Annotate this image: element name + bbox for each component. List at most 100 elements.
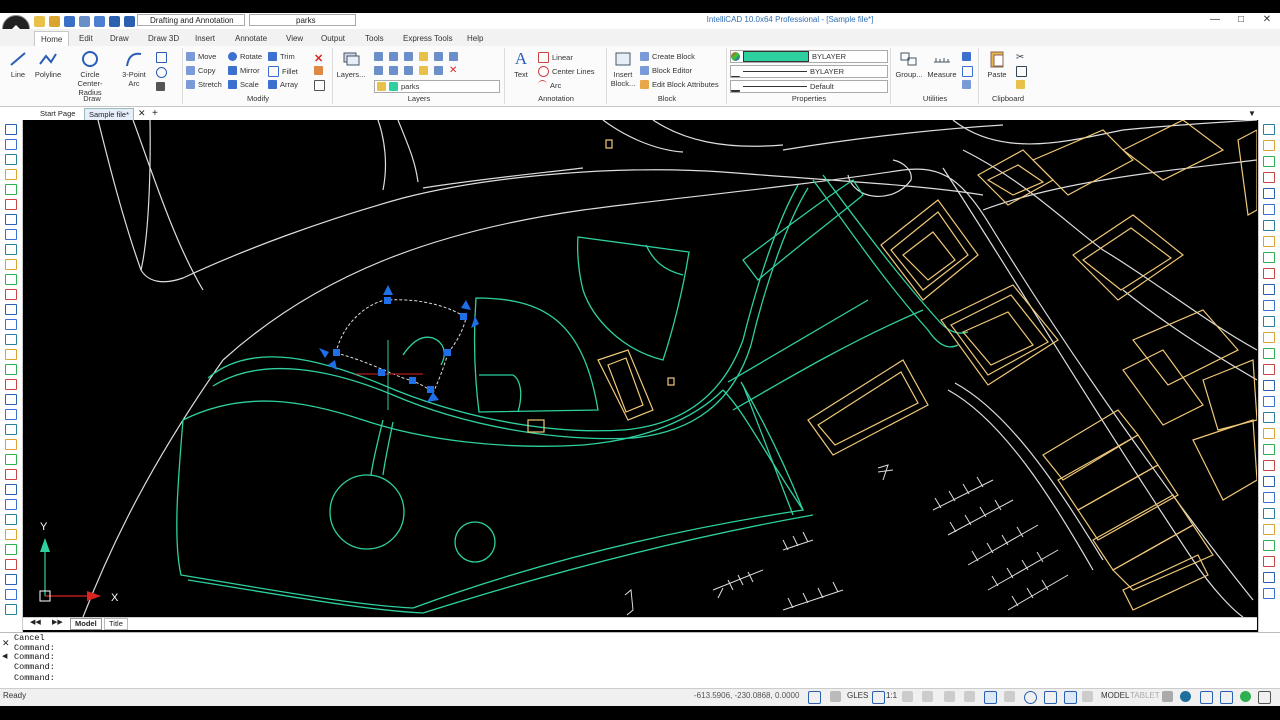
modify-panel-title[interactable]: Modify	[184, 94, 332, 103]
erase-icon[interactable]: ✕	[314, 52, 323, 65]
tab-express-tools[interactable]: Express Tools	[397, 31, 459, 46]
snap-icon[interactable]	[808, 691, 821, 704]
right-tool-icon[interactable]	[1263, 428, 1275, 439]
left-tool-icon[interactable]	[5, 559, 17, 570]
layer-freeze-icon[interactable]	[434, 52, 443, 61]
cut-icon[interactable]: ✂	[1016, 52, 1024, 63]
right-tool-icon[interactable]	[1263, 396, 1275, 407]
cmd-menu-icon[interactable]: ◀	[2, 652, 7, 660]
lineweight-combo[interactable]: Default	[730, 80, 888, 93]
annotation-visibility-icon[interactable]	[872, 691, 885, 704]
redo-icon[interactable]	[124, 15, 135, 27]
right-tool-icon[interactable]	[1263, 412, 1275, 423]
layer-merge-icon[interactable]	[434, 66, 443, 75]
layer-lock-icon[interactable]	[419, 52, 428, 61]
layer-walk-icon[interactable]	[419, 66, 428, 75]
right-tool-icon[interactable]	[1263, 572, 1275, 583]
start-page-tab[interactable]: Start Page	[36, 108, 79, 119]
save-icon[interactable]	[64, 15, 75, 27]
array-button[interactable]: Array	[268, 80, 298, 89]
left-tool-icon[interactable]	[5, 154, 17, 165]
left-tool-icon[interactable]	[5, 544, 17, 555]
left-tool-icon[interactable]	[5, 394, 17, 405]
right-tool-icon[interactable]	[1263, 140, 1275, 151]
layer-match-icon[interactable]	[389, 52, 398, 61]
open-file-icon[interactable]	[49, 15, 60, 27]
group-button[interactable]: Group...	[894, 50, 924, 79]
right-tool-icon[interactable]	[1263, 172, 1275, 183]
left-tool-icon[interactable]	[5, 484, 17, 495]
drawing-canvas[interactable]: Y X	[23, 119, 1258, 618]
stretch-button[interactable]: Stretch	[186, 80, 222, 89]
left-tool-icon[interactable]	[5, 529, 17, 540]
right-tool-icon[interactable]	[1263, 556, 1275, 567]
restore-icon[interactable]: □	[1228, 13, 1254, 27]
right-tool-icon[interactable]	[1263, 124, 1275, 135]
right-tool-icon[interactable]	[1263, 236, 1275, 247]
hardware-accel-icon[interactable]	[1180, 691, 1191, 702]
right-tool-icon[interactable]	[1263, 284, 1275, 295]
left-tool-icon[interactable]	[5, 274, 17, 285]
left-tool-icon[interactable]	[5, 469, 17, 480]
ortho-icon[interactable]	[902, 691, 913, 702]
tab-help[interactable]: Help	[461, 31, 489, 46]
clean-screen-icon[interactable]	[1200, 691, 1213, 704]
right-tool-icon[interactable]	[1263, 524, 1275, 535]
settings-icon[interactable]	[1258, 691, 1271, 704]
id-point-icon[interactable]	[962, 80, 971, 89]
esnap-icon[interactable]	[944, 691, 955, 702]
close-icon[interactable]: ✕	[1254, 13, 1280, 27]
offset-icon[interactable]	[314, 80, 325, 91]
left-tool-icon[interactable]	[5, 454, 17, 465]
right-tool-icon[interactable]	[1263, 156, 1275, 167]
right-tool-icon[interactable]	[1263, 476, 1275, 487]
online-status-icon[interactable]	[1240, 691, 1251, 702]
minimize-icon[interactable]: —	[1202, 13, 1228, 27]
explode-icon[interactable]	[314, 66, 323, 75]
left-tool-icon[interactable]	[5, 289, 17, 300]
left-tool-icon[interactable]	[5, 184, 17, 195]
line-button[interactable]: Line	[2, 50, 34, 79]
doc-menu-icon[interactable]: ▼	[1244, 108, 1260, 119]
tab-tools[interactable]: Tools	[359, 31, 390, 46]
model-space-toggle[interactable]: MODEL	[1101, 691, 1129, 700]
mirror-button[interactable]: Mirror	[228, 66, 260, 75]
right-tool-icon[interactable]	[1263, 444, 1275, 455]
left-tool-icon[interactable]	[5, 499, 17, 510]
layer-combo[interactable]: parks	[374, 80, 500, 93]
left-tool-icon[interactable]	[5, 574, 17, 585]
left-tool-icon[interactable]	[5, 439, 17, 450]
left-tool-icon[interactable]	[5, 139, 17, 150]
layers-button[interactable]: Layers...	[336, 50, 366, 79]
layer-prev-icon[interactable]	[374, 52, 383, 61]
match-prop-icon[interactable]	[1016, 80, 1025, 89]
etrack-icon[interactable]	[964, 691, 975, 702]
right-tool-icon[interactable]	[1263, 268, 1275, 279]
left-tool-icon[interactable]	[5, 229, 17, 240]
right-tool-icon[interactable]	[1263, 588, 1275, 599]
layer-delete-icon[interactable]: ✕	[449, 66, 458, 76]
layer-iso-icon[interactable]	[404, 52, 413, 61]
tab-view[interactable]: View	[280, 31, 309, 46]
left-tool-icon[interactable]	[5, 604, 17, 615]
paste-button[interactable]: Paste	[982, 50, 1012, 79]
layer-thaw-icon[interactable]	[389, 66, 398, 75]
left-tool-icon[interactable]	[5, 364, 17, 375]
tablet-toggle[interactable]: TABLET	[1130, 691, 1160, 700]
linear-button[interactable]: Linear	[538, 52, 573, 63]
tab-edit[interactable]: Edit	[73, 31, 99, 46]
right-tool-icon[interactable]	[1263, 252, 1275, 263]
tab-home[interactable]: Home	[34, 31, 70, 47]
left-tool-icon[interactable]	[5, 199, 17, 210]
right-tool-icon[interactable]	[1263, 316, 1275, 327]
lock-icon[interactable]	[1162, 691, 1173, 702]
select-all-icon[interactable]	[962, 66, 973, 77]
layer-dropdown[interactable]: parks	[249, 14, 356, 26]
tab-draw3d[interactable]: Draw 3D	[142, 31, 185, 46]
left-tool-icon[interactable]	[5, 259, 17, 270]
model-tab[interactable]: Model	[70, 618, 102, 630]
workspace-dropdown[interactable]: Drafting and Annotation	[137, 14, 245, 26]
utilities-panel-title[interactable]: Utilities	[892, 94, 978, 103]
create-block-button[interactable]: Create Block	[640, 52, 695, 61]
rotate-button[interactable]: Rotate	[228, 52, 262, 61]
